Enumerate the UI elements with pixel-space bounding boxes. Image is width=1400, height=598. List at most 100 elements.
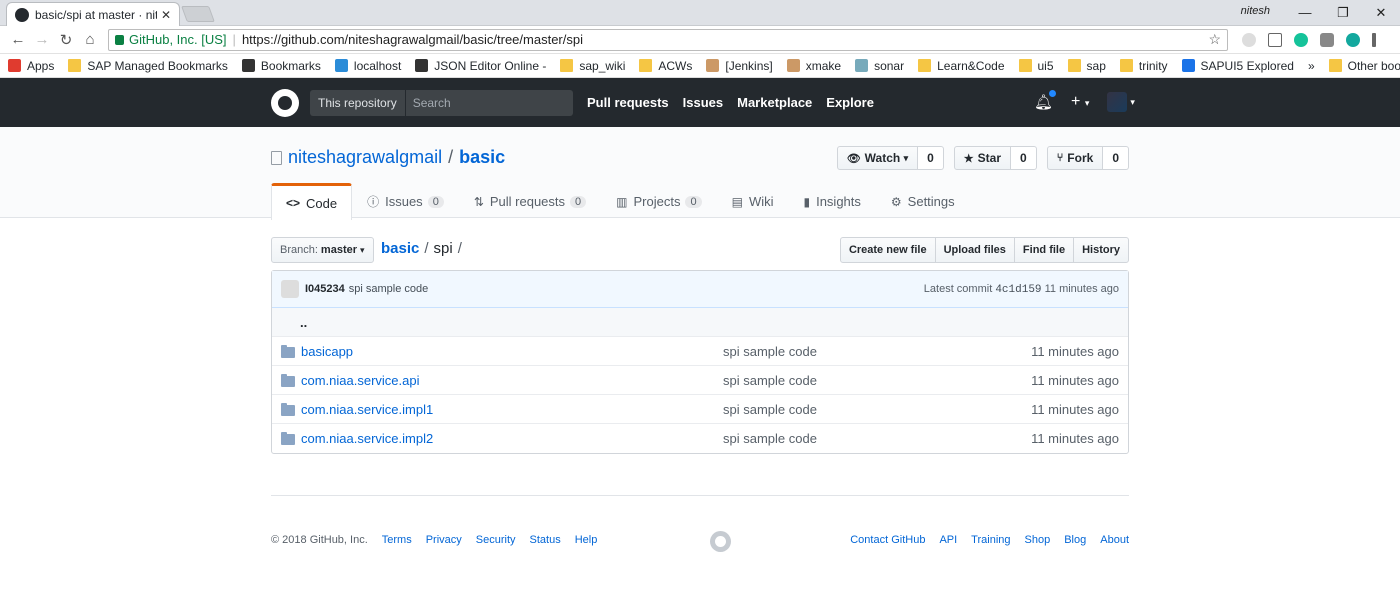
repo-name-link[interactable]: basic — [459, 147, 505, 168]
m-extension-icon[interactable] — [1346, 32, 1360, 47]
bookmark-item[interactable]: ACWs — [639, 59, 692, 73]
nav-pull-requests[interactable]: Pull requests — [587, 95, 669, 110]
menu-icon[interactable] — [1372, 32, 1376, 47]
browser-tab[interactable]: basic/spi at master · nites ✕ — [6, 2, 180, 26]
minimize-icon[interactable]: — — [1286, 0, 1324, 26]
cast-icon[interactable] — [1268, 32, 1282, 47]
find-file-button[interactable]: Find file — [1013, 237, 1075, 263]
back-icon[interactable]: ← — [6, 31, 30, 48]
create-new-dropdown[interactable]: + ▾ — [1071, 93, 1089, 111]
github-logo-icon[interactable] — [271, 89, 299, 117]
footer-link[interactable]: Blog — [1064, 534, 1086, 546]
file-commit-message[interactable]: spi sample code — [723, 344, 817, 359]
branch-selector[interactable]: Branch: master ▾ — [271, 237, 374, 263]
breadcrumb: basic / spi / — [381, 240, 467, 257]
forward-icon[interactable]: → — [30, 31, 54, 48]
breadcrumb-root[interactable]: basic — [381, 240, 419, 257]
tab-settings[interactable]: ⚙ Settings — [876, 183, 970, 219]
file-age: 11 minutes ago — [1031, 431, 1119, 446]
bookmark-item[interactable]: sap — [1067, 59, 1106, 73]
reload-icon[interactable]: ↻ — [54, 31, 78, 49]
user-menu[interactable]: ▾ — [1107, 92, 1135, 112]
bookmark-item[interactable]: SAP Managed Bookmarks — [68, 59, 228, 73]
parent-directory-row[interactable]: .. — [272, 308, 1128, 337]
close-window-icon[interactable]: ✕ — [1362, 0, 1400, 26]
extension-icon[interactable] — [1242, 32, 1256, 47]
github-mark-icon[interactable] — [710, 531, 731, 552]
bookmark-item[interactable]: localhost — [334, 59, 401, 73]
repo-icon — [271, 150, 282, 165]
file-commit-message[interactable]: spi sample code — [723, 431, 817, 446]
nav-marketplace[interactable]: Marketplace — [737, 95, 812, 110]
star-button[interactable]: ★ Star — [953, 146, 1011, 170]
bookmark-item[interactable]: [Jenkins] — [706, 59, 773, 73]
grammarly-icon[interactable] — [1294, 32, 1308, 47]
footer-link[interactable]: About — [1100, 534, 1129, 546]
bookmark-item[interactable]: Apps — [8, 59, 54, 73]
omnibox[interactable]: GitHub, Inc. [US] | https://github.com/n… — [108, 28, 1228, 51]
close-tab-icon[interactable]: ✕ — [161, 8, 171, 22]
file-commit-message[interactable]: spi sample code — [723, 402, 817, 417]
tab-projects[interactable]: ▥ Projects 0 — [601, 183, 716, 219]
footer-link[interactable]: API — [939, 534, 957, 546]
watch-count[interactable]: 0 — [918, 146, 944, 170]
footer-link[interactable]: Terms — [382, 534, 412, 546]
bookmark-item[interactable]: Bookmarks — [241, 59, 321, 73]
watch-button[interactable]: 👁︎ Watch ▾ — [836, 146, 919, 170]
home-icon[interactable]: ⌂ — [78, 31, 102, 48]
profile-name[interactable]: nitesh — [1241, 5, 1270, 17]
bookmark-item[interactable]: JSON Editor Online - — [415, 59, 546, 73]
nav-explore[interactable]: Explore — [826, 95, 874, 110]
bookmark-item[interactable]: SAPUI5 Explored — [1181, 59, 1294, 73]
tab-issues[interactable]: ⓘ Issues 0 — [352, 183, 459, 219]
star-count[interactable]: 0 — [1011, 146, 1037, 170]
tab-code[interactable]: <> Code — [271, 183, 353, 220]
bookmark-item[interactable]: xmake — [786, 59, 841, 73]
url-text[interactable]: https://github.com/niteshagrawalgmail/ba… — [242, 32, 583, 47]
upload-files-button[interactable]: Upload files — [934, 237, 1015, 263]
file-name-link[interactable]: com.niaa.service.impl2 — [301, 431, 723, 446]
footer-link[interactable]: Training — [971, 534, 1010, 546]
file-commit-message[interactable]: spi sample code — [723, 373, 817, 388]
bookmark-star-icon[interactable]: ☆ — [1208, 31, 1221, 48]
search-input[interactable] — [405, 96, 566, 110]
tab-insights[interactable]: ▮ Insights — [788, 183, 875, 219]
camera-icon[interactable] — [1320, 32, 1334, 47]
new-tab-button[interactable] — [181, 6, 215, 22]
commit-message[interactable]: spi sample code — [349, 283, 429, 295]
table-row: com.niaa.service.api spi sample code 11 mi… — [272, 366, 1128, 395]
file-name-link[interactable]: com.niaa.service.api — [301, 373, 723, 388]
bookmark-item[interactable]: sap_wiki — [560, 59, 625, 73]
history-button[interactable]: History — [1073, 237, 1129, 263]
file-name-link[interactable]: basicapp — [301, 344, 723, 359]
footer-link[interactable]: Contact GitHub — [850, 534, 925, 546]
repo-owner-link[interactable]: niteshagrawalgmail — [288, 147, 442, 168]
fork-button[interactable]: ⑂ Fork — [1046, 146, 1104, 170]
fork-count[interactable]: 0 — [1103, 146, 1129, 170]
footer-link[interactable]: Privacy — [426, 534, 462, 546]
bookmark-item[interactable]: Learn&Code — [918, 59, 1005, 73]
footer-link[interactable]: Security — [476, 534, 516, 546]
other-bookmarks[interactable]: Other bookmarks — [1348, 59, 1400, 73]
bookmark-item[interactable]: ui5 — [1018, 59, 1054, 73]
create-new-file-button[interactable]: Create new file — [839, 237, 936, 263]
commit-avatar[interactable] — [281, 280, 299, 298]
bookmark-item[interactable]: trinity — [1119, 59, 1168, 73]
search-box[interactable]: This repository — [310, 90, 573, 116]
restore-icon[interactable]: ❐ — [1324, 0, 1362, 26]
overflow-chevron[interactable]: » — [1308, 59, 1315, 73]
tab-label: Issues — [385, 194, 423, 209]
footer-link[interactable]: Help — [575, 534, 598, 546]
commit-sha[interactable]: 4c1d159 — [995, 284, 1041, 296]
footer-link[interactable]: Shop — [1025, 534, 1051, 546]
bookmark-item[interactable]: sonar — [855, 59, 904, 73]
footer-link[interactable]: Status — [530, 534, 561, 546]
file-name-link[interactable]: com.niaa.service.impl1 — [301, 402, 723, 417]
notification-bell-icon[interactable]: 🔔︎ — [1034, 90, 1057, 111]
branch-label: Branch: — [280, 244, 318, 256]
parent-directory-link[interactable]: .. — [300, 315, 307, 330]
nav-issues[interactable]: Issues — [683, 95, 723, 110]
tab-pull-requests[interactable]: ⇅ Pull requests 0 — [459, 183, 601, 219]
tab-wiki[interactable]: ▤ Wiki — [717, 183, 789, 219]
commit-author[interactable]: I045234 — [305, 283, 345, 295]
